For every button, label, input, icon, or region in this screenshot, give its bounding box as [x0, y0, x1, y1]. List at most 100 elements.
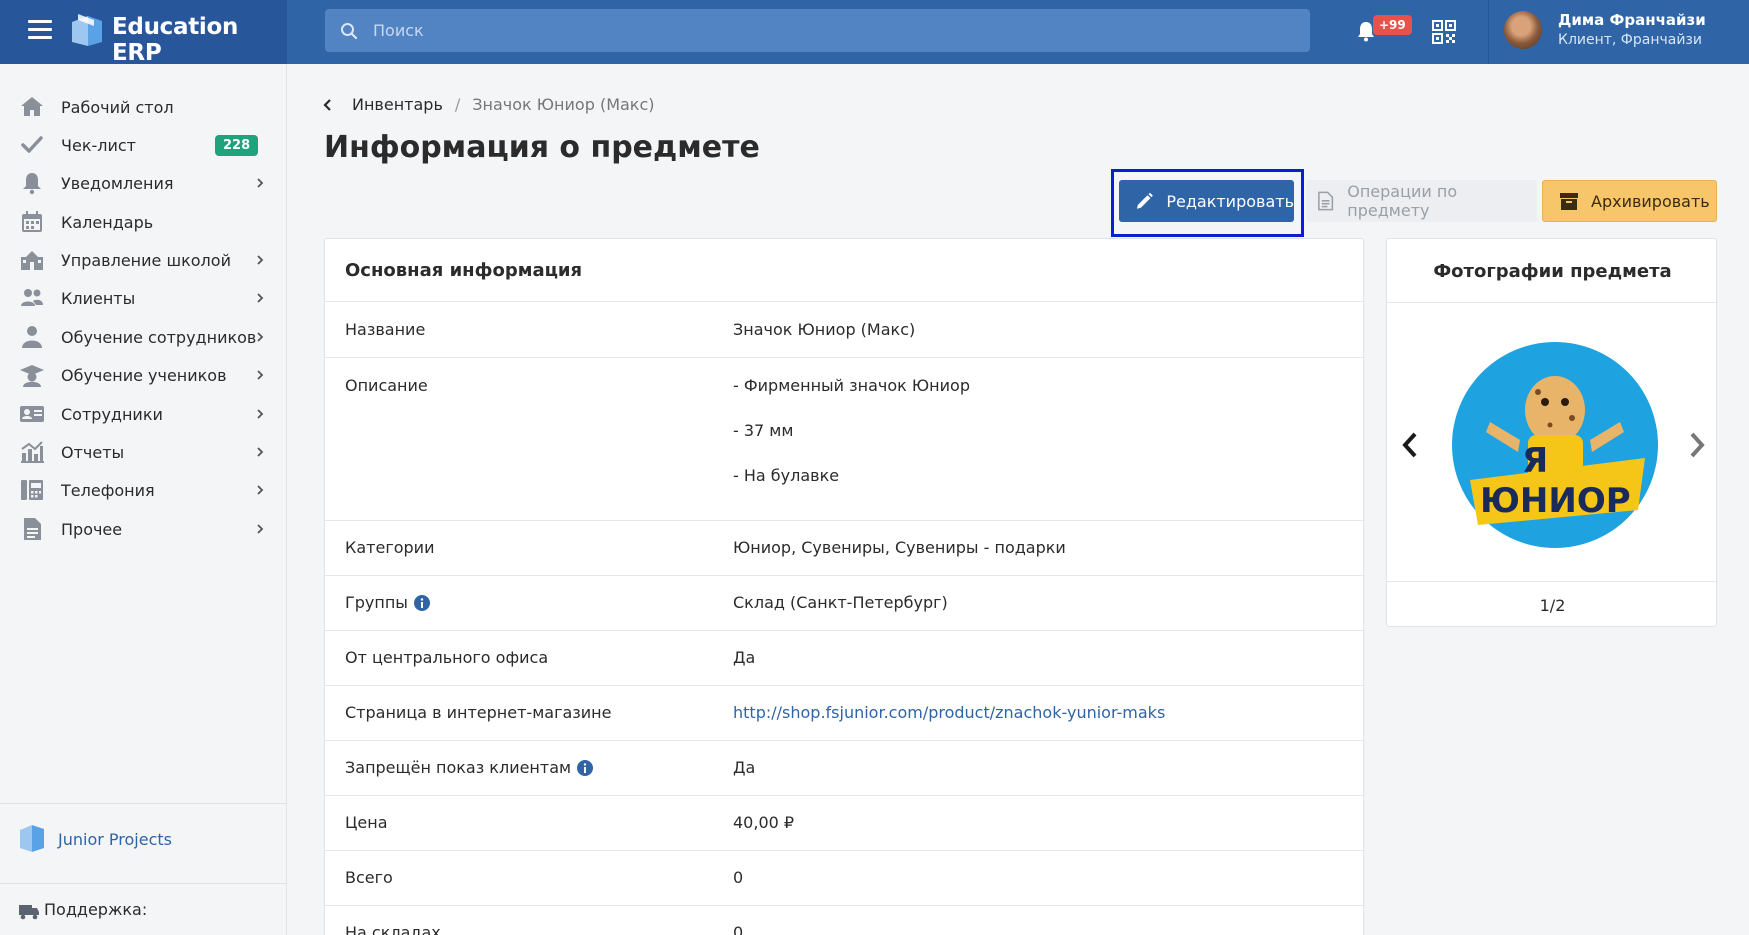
sidebar-item-student-training[interactable]: Обучение учеников	[0, 356, 287, 394]
graduation-cap-icon	[20, 365, 44, 387]
user-role: Клиент, Франчайзи	[1558, 32, 1702, 48]
chevron-right-icon	[257, 293, 264, 303]
item-photos-divider	[1387, 581, 1718, 582]
archive-button-label: Архивировать	[1591, 191, 1710, 211]
user-name[interactable]: Дима Франчайзи	[1558, 11, 1706, 29]
name-value: Значок Юниор (Макс)	[733, 320, 916, 339]
sidebar-item-label: Уведомления	[61, 173, 174, 193]
chevron-right-icon	[257, 255, 264, 265]
sidebar-item-checklist[interactable]: Чек-лист 228	[0, 126, 287, 164]
sidebar-item-reports[interactable]: Отчеты	[0, 433, 287, 471]
hamburger-menu-icon[interactable]	[28, 20, 52, 40]
edit-button-label: Редактировать	[1166, 191, 1294, 211]
chevron-right-icon	[257, 485, 264, 495]
brand-area: Education ERP	[0, 0, 287, 66]
item-photo[interactable]: Я ЮНИОР	[1450, 340, 1660, 550]
sidebar-divider	[0, 803, 287, 804]
row-groups: Группы Склад (Санкт-Петербург)	[325, 576, 1365, 631]
chevron-left-icon[interactable]	[322, 98, 334, 111]
row-shop-page: Страница в интернет-магазине http://shop…	[325, 686, 1365, 741]
sidebar-item-label: Клиенты	[61, 288, 136, 308]
central-office-label: От центрального офиса	[345, 648, 549, 667]
junior-projects-logo-icon	[20, 825, 44, 852]
row-central-office: От центрального офиса Да	[325, 631, 1365, 686]
truck-icon	[19, 905, 39, 920]
hidden-from-clients-label: Запрещён показ клиентам	[345, 758, 572, 777]
categories-label: Категории	[345, 538, 435, 557]
sidebar-item-employees[interactable]: Сотрудники	[0, 395, 287, 433]
shop-page-label: Страница в интернет-магазине	[345, 703, 612, 722]
shop-page-value: http://shop.fsjunior.com/product/znachok…	[733, 703, 1165, 722]
sidebar-item-other[interactable]: Прочее	[0, 510, 287, 548]
sidebar-item-calendar[interactable]: Календарь	[0, 203, 287, 241]
sidebar-item-label: Чек-лист	[61, 135, 136, 155]
row-warehouses: На складах 0	[325, 906, 1365, 935]
categories-value: Юниор, Сувениры, Сувениры - подарки	[733, 538, 1066, 557]
total-label: Всего	[345, 868, 393, 887]
pencil-icon	[1136, 192, 1153, 209]
item-operations-button[interactable]: Операции по предмету	[1306, 180, 1537, 222]
description-line: - На булавке	[733, 466, 840, 485]
badge-text-bottom: ЮНИОР	[1480, 481, 1631, 521]
staff-training-icon	[22, 326, 42, 348]
school-icon	[21, 251, 43, 270]
hidden-from-clients-value: Да	[733, 758, 756, 777]
sidebar-item-label: Отчеты	[61, 442, 125, 462]
user-avatar[interactable]	[1504, 11, 1542, 49]
warehouses-label: На складах	[345, 923, 441, 935]
qr-code-icon[interactable]	[1432, 20, 1456, 44]
document-list-icon	[1318, 191, 1334, 211]
sidebar-item-label: Прочее	[61, 519, 123, 539]
row-hidden-from-clients: Запрещён показ клиентам Да	[325, 741, 1365, 796]
chevron-right-icon	[257, 409, 264, 419]
central-office-value: Да	[733, 648, 756, 667]
breadcrumb-current: Значок Юниор (Макс)	[472, 95, 655, 114]
junior-projects-link[interactable]: Junior Projects	[58, 830, 172, 849]
notifications-count-badge: +99	[1373, 15, 1412, 35]
fax-icon	[21, 480, 43, 500]
chevron-right-icon[interactable]	[1688, 431, 1706, 459]
edit-button[interactable]: Редактировать	[1119, 180, 1294, 222]
badge-text-top: Я	[1522, 441, 1548, 481]
row-price: Цена 40,00 ₽	[325, 796, 1365, 851]
archive-button[interactable]: Архивировать	[1542, 180, 1717, 222]
info-icon[interactable]	[413, 594, 430, 611]
item-operations-label: Операции по предмету	[1347, 182, 1458, 220]
groups-label-wrap: Группы	[345, 593, 430, 612]
sidebar-item-notifications[interactable]: Уведомления	[0, 164, 287, 202]
top-bar: Education ERP +99 Дима Франчайзи Клиент,…	[0, 0, 1749, 66]
sidebar-item-dashboard[interactable]: Рабочий стол	[0, 88, 287, 126]
search-input[interactable]	[373, 9, 1293, 52]
sidebar-item-label: Сотрудники	[61, 404, 163, 424]
breadcrumb-inventory-link[interactable]: Инвентарь	[352, 95, 443, 114]
main-info-header: Основная информация	[325, 239, 1365, 302]
education-erp-logo-icon	[72, 14, 102, 46]
calendar-icon	[22, 211, 42, 232]
photo-counter: 1/2	[1539, 596, 1566, 615]
sidebar-item-school-management[interactable]: Управление школой	[0, 241, 287, 279]
price-value: 40,00 ₽	[733, 813, 795, 832]
check-icon	[21, 136, 43, 153]
document-icon	[24, 518, 41, 540]
sidebar-item-staff-training[interactable]: Обучение сотрудников	[0, 318, 287, 356]
row-categories: Категории Юниор, Сувениры, Сувениры - по…	[325, 521, 1365, 576]
search-icon	[341, 23, 358, 40]
search-bar[interactable]	[325, 9, 1310, 52]
info-icon[interactable]	[577, 759, 594, 776]
chevron-right-icon	[257, 370, 264, 380]
sidebar-item-clients[interactable]: Клиенты	[0, 279, 287, 317]
total-value: 0	[733, 868, 744, 887]
groups-value: Склад (Санкт-Петербург)	[733, 593, 948, 612]
support-label: Поддержка:	[44, 900, 148, 919]
brand-name: Education ERP	[112, 14, 239, 66]
chevron-right-icon	[257, 178, 264, 188]
shop-page-link[interactable]: http://shop.fsjunior.com/product/znachok…	[733, 703, 1165, 722]
chevron-left-icon[interactable]	[1401, 431, 1419, 459]
chevron-right-icon	[257, 332, 264, 342]
chart-icon	[21, 441, 44, 463]
checklist-count-badge: 228	[215, 134, 259, 156]
chevron-right-icon	[257, 447, 264, 457]
breadcrumb: Инвентарь / Значок Юниор (Макс)	[322, 95, 655, 114]
sidebar-item-telephony[interactable]: Телефония	[0, 471, 287, 509]
warehouses-value: 0	[733, 923, 744, 935]
